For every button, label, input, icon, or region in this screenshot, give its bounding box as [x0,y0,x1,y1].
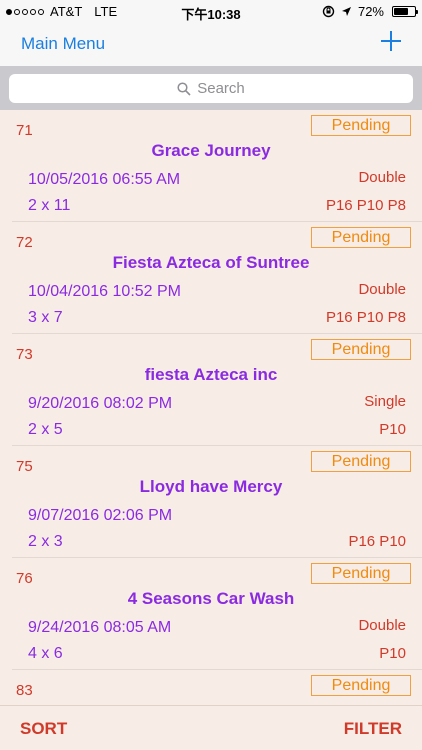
order-size: 2 x 11 [28,197,71,214]
status-badge: Pending [311,451,411,472]
order-number: 76 [16,570,33,587]
order-datetime: 10/05/2016 06:55 AM [28,171,181,188]
order-type: Double [358,281,406,298]
order-number: 75 [16,458,33,475]
filter-button[interactable]: FILTER [344,719,402,739]
bottom-toolbar: SORT FILTER [0,705,422,750]
customer-name: Fiesta Azteca of Suntree [112,253,310,272]
customer-name: Lloyd have Mercy [139,477,283,496]
customer-name: 4 Seasons Car Wash [127,589,295,608]
search-placeholder: Search [197,80,245,97]
order-datetime: 9/07/2016 02:06 PM [28,507,173,524]
order-number: 83 [16,682,33,699]
order-number: 73 [16,346,33,363]
order-datetime: 9/20/2016 08:02 PM [28,395,173,412]
search-icon [177,81,191,96]
order-type: Double [358,617,406,634]
navigation-bar: Main Menu [0,24,422,66]
list-item[interactable]: 75 Pending Lloyd have Mercy 9/07/2016 02… [12,446,422,558]
customer-name: fiesta Azteca inc [144,365,278,384]
list-item[interactable]: 83 Pending [12,670,422,705]
order-number: 71 [16,122,33,139]
order-size: 2 x 5 [28,421,63,438]
battery-icon [392,6,418,17]
order-type: Single [364,393,406,410]
order-size: 3 x 7 [28,309,63,326]
order-codes: P10 [379,645,406,662]
battery-percent: 72% [357,4,384,19]
status-badge: Pending [311,339,411,360]
status-badge: Pending [311,115,411,136]
order-type: Double [358,169,406,186]
order-codes: P16 P10 P8 [325,197,406,214]
customer-name: Grace Journey [151,141,271,160]
order-codes: P16 P10 P8 [325,309,406,326]
main-menu-button[interactable]: Main Menu [21,34,105,54]
list-item[interactable]: 73 Pending fiesta Azteca inc 9/20/2016 0… [12,334,422,446]
list-item[interactable]: 71 Pending Grace Journey 10/05/2016 06:5… [12,110,422,222]
search-input[interactable]: Search [9,74,413,103]
status-badge: Pending [311,563,411,584]
order-datetime: 9/24/2016 08:05 AM [28,619,172,636]
order-codes: P10 [379,421,406,438]
order-codes: P16 P10 [348,533,406,550]
status-bar: AT&T LTE 下午10:38 72% [0,0,422,24]
order-number: 72 [16,234,33,251]
order-datetime: 10/04/2016 10:52 PM [28,283,182,300]
status-badge: Pending [311,227,411,248]
list-item[interactable]: 76 Pending 4 Seasons Car Wash 9/24/2016 … [12,558,422,670]
order-size: 2 x 3 [28,533,63,550]
order-list[interactable]: 71 Pending Grace Journey 10/05/2016 06:5… [0,110,422,705]
search-bar: Search [0,66,422,110]
order-size: 4 x 6 [28,645,63,662]
sort-button[interactable]: SORT [20,719,67,739]
add-icon[interactable] [380,30,402,52]
list-item[interactable]: 72 Pending Fiesta Azteca of Suntree 10/0… [12,222,422,334]
status-badge: Pending [311,675,411,696]
status-right: 72% [322,4,418,19]
location-arrow-icon [341,7,351,16]
rotation-lock-icon [322,5,335,18]
